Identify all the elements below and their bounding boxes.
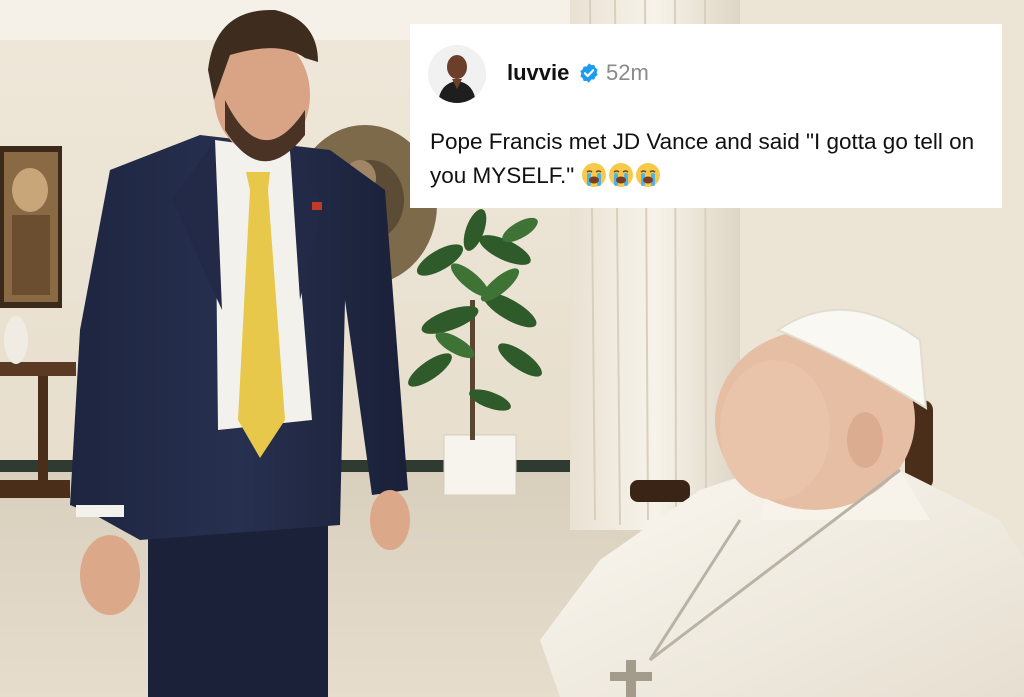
loudly-crying-face-icon [581, 163, 606, 187]
verified-badge-icon [580, 63, 598, 83]
post-timestamp: 52m [606, 60, 649, 85]
username[interactable]: luvvie [507, 60, 569, 86]
user-avatar[interactable] [428, 45, 486, 103]
avatar-portrait-icon [428, 45, 486, 103]
post-body: Pope Francis met JD Vance and said "I go… [430, 129, 975, 188]
emoji-group [581, 163, 662, 188]
loudly-crying-face-icon [635, 163, 660, 187]
loudly-crying-face-icon [608, 163, 633, 187]
post-text-block: Pope Francis met JD Vance and said "I go… [430, 125, 990, 193]
